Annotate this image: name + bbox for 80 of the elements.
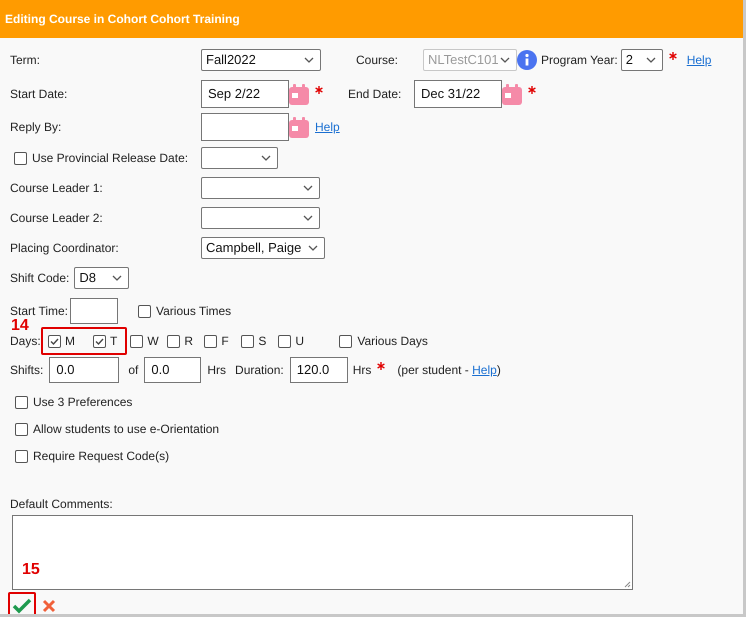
- comments-field[interactable]: [12, 515, 633, 590]
- checkbox[interactable]: [15, 422, 28, 436]
- checkbox[interactable]: [14, 152, 27, 164]
- field-label: U: [295, 333, 304, 350]
- chevron-icon: [500, 57, 510, 63]
- checkbox[interactable]: [130, 334, 144, 348]
- field-label: Allow students to use e-Orientation: [33, 421, 220, 438]
- field-label: Hrs: [352, 362, 372, 379]
- input-field[interactable]: 0.0: [144, 357, 202, 383]
- checkbox[interactable]: [15, 450, 28, 462]
- field-label: Shift Code:: [10, 270, 70, 287]
- checkbox[interactable]: [204, 334, 218, 348]
- field-label: M: [65, 333, 75, 350]
- input-field[interactable]: 120.0: [290, 357, 348, 383]
- field-label: Default Comments:: [10, 496, 113, 513]
- field-label: F: [221, 333, 229, 350]
- checkbox[interactable]: [167, 334, 180, 348]
- checkbox[interactable]: [93, 334, 106, 348]
- field-label: Various Days: [357, 333, 428, 350]
- field-label: Course:: [356, 52, 400, 69]
- checkbox[interactable]: [48, 334, 61, 348]
- field-label: of: [128, 362, 138, 379]
- field-label: Hrs: [207, 362, 226, 379]
- info-icon[interactable]: [517, 50, 537, 70]
- dropdown[interactable]: [201, 177, 320, 199]
- step-number: 15: [22, 562, 40, 578]
- dropdown[interactable]: 2: [620, 49, 663, 71]
- chevron-icon: [112, 275, 122, 281]
- input-field[interactable]: Dec 31/22: [414, 80, 502, 108]
- save-button[interactable]: [8, 592, 36, 614]
- cancel-button[interactable]: [40, 597, 58, 614]
- field-label: S: [258, 333, 266, 350]
- resize-grip-icon[interactable]: [624, 581, 631, 588]
- input-field[interactable]: [201, 113, 289, 141]
- field-label: Duration:: [235, 362, 284, 379]
- field-label: Use 3 Preferences: [33, 394, 132, 411]
- field-label: Start Date:: [10, 87, 68, 101]
- close-icon: [42, 599, 56, 613]
- field-label: Term:: [10, 53, 40, 67]
- header-title: Editing Course in Cohort Cohort Training: [5, 11, 240, 28]
- field-label: Course Leader 2:: [10, 211, 103, 225]
- dropdown[interactable]: D8: [74, 267, 130, 289]
- field-label: Use Provincial Release Date:: [32, 150, 188, 167]
- dropdown[interactable]: Campbell, Paige: [201, 237, 325, 259]
- dropdown[interactable]: Fall2022: [201, 49, 321, 71]
- step-number: 14: [11, 318, 29, 334]
- field-label: Various Times: [156, 303, 232, 320]
- checkbox[interactable]: [138, 304, 152, 318]
- field-label: Shifts:: [10, 362, 44, 379]
- help-note: (per student - Help): [397, 362, 501, 379]
- dropdown[interactable]: [201, 147, 278, 169]
- field-label: Days:: [10, 333, 41, 350]
- input-field[interactable]: Sep 2/22: [201, 80, 289, 108]
- field-label: R: [184, 333, 194, 350]
- chevron-icon: [308, 245, 318, 251]
- dropdown[interactable]: [201, 207, 320, 229]
- checkbox[interactable]: [278, 334, 292, 348]
- chevron-icon: [304, 57, 314, 63]
- field-label: Start Time:: [10, 303, 68, 319]
- chevron-icon: [303, 185, 313, 191]
- field-label: Require Request Code(s): [33, 448, 170, 465]
- checkbox[interactable]: [15, 396, 28, 408]
- field-label: W: [147, 333, 159, 350]
- checkbox[interactable]: [339, 334, 352, 348]
- chevron-icon: [303, 215, 313, 221]
- field-label: Program Year:: [541, 52, 618, 69]
- help-link[interactable]: Help: [315, 118, 340, 136]
- field-label: Course Leader 1:: [10, 181, 103, 195]
- input-field[interactable]: 0.0: [49, 357, 120, 383]
- input-field[interactable]: [70, 298, 118, 324]
- field-label: Placing Coordinator:: [10, 241, 119, 255]
- field-label: T: [110, 333, 118, 350]
- help-link[interactable]: Help: [686, 51, 712, 69]
- field-label: Reply By:: [10, 120, 62, 134]
- chevron-icon: [261, 155, 271, 161]
- checkbox[interactable]: [241, 334, 254, 348]
- field-label: End Date:: [348, 86, 402, 103]
- check-icon: [12, 598, 32, 614]
- chevron-icon: [646, 57, 656, 63]
- help-link[interactable]: Help: [472, 363, 497, 377]
